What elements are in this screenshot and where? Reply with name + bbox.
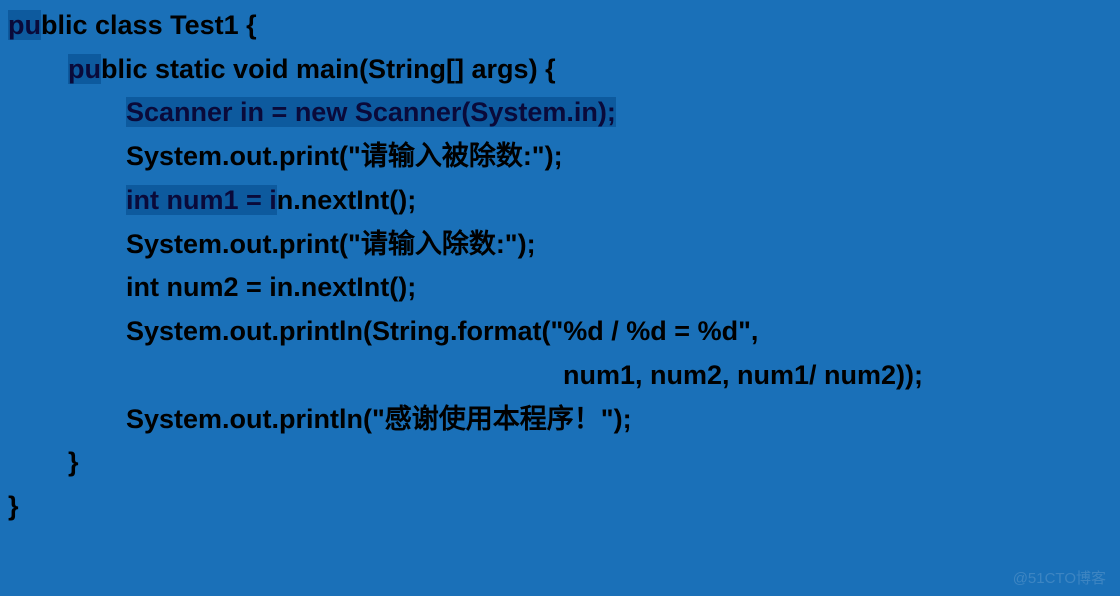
code-segment: System.out.print("请输入除数:");: [126, 229, 536, 259]
code-line: public static void main(String[] args) {: [8, 48, 1112, 92]
code-segment: n.nextInt();: [277, 185, 416, 215]
code-line: }: [8, 441, 1112, 485]
code-segment: System.out.println(String.format("%d / %…: [126, 316, 758, 346]
code-segment: }: [68, 447, 79, 477]
code-line: System.out.println("感谢使用本程序！");: [8, 398, 1112, 442]
code-line: int num1 = in.nextInt();: [8, 179, 1112, 223]
code-segment: Scanner in = new Scanner(System.in);: [126, 97, 616, 127]
code-line: System.out.println(String.format("%d / %…: [8, 310, 1112, 354]
code-segment: blic static void main(String[] args) {: [101, 54, 556, 84]
code-line: num1, num2, num1/ num2));: [8, 354, 1112, 398]
code-block: public class Test1 {public static void m…: [8, 4, 1112, 529]
code-segment: pu: [68, 54, 101, 84]
code-segment: num1, num2, num1/ num2));: [563, 360, 923, 390]
code-segment: System.out.println("感谢使用本程序！");: [126, 404, 632, 434]
watermark: @51CTO博客: [1013, 567, 1106, 588]
code-segment: int num2 = in.nextInt();: [126, 272, 416, 302]
code-line: int num2 = in.nextInt();: [8, 266, 1112, 310]
code-line: System.out.print("请输入被除数:");: [8, 135, 1112, 179]
code-segment: pu: [8, 10, 41, 40]
code-segment: int num1 = i: [126, 185, 277, 215]
code-line: public class Test1 {: [8, 4, 1112, 48]
code-line: Scanner in = new Scanner(System.in);: [8, 91, 1112, 135]
code-line: }: [8, 485, 1112, 529]
code-segment: System.out.print("请输入被除数:");: [126, 141, 563, 171]
code-segment: }: [8, 491, 19, 521]
code-segment: blic class Test1 {: [41, 10, 257, 40]
code-line: System.out.print("请输入除数:");: [8, 223, 1112, 267]
